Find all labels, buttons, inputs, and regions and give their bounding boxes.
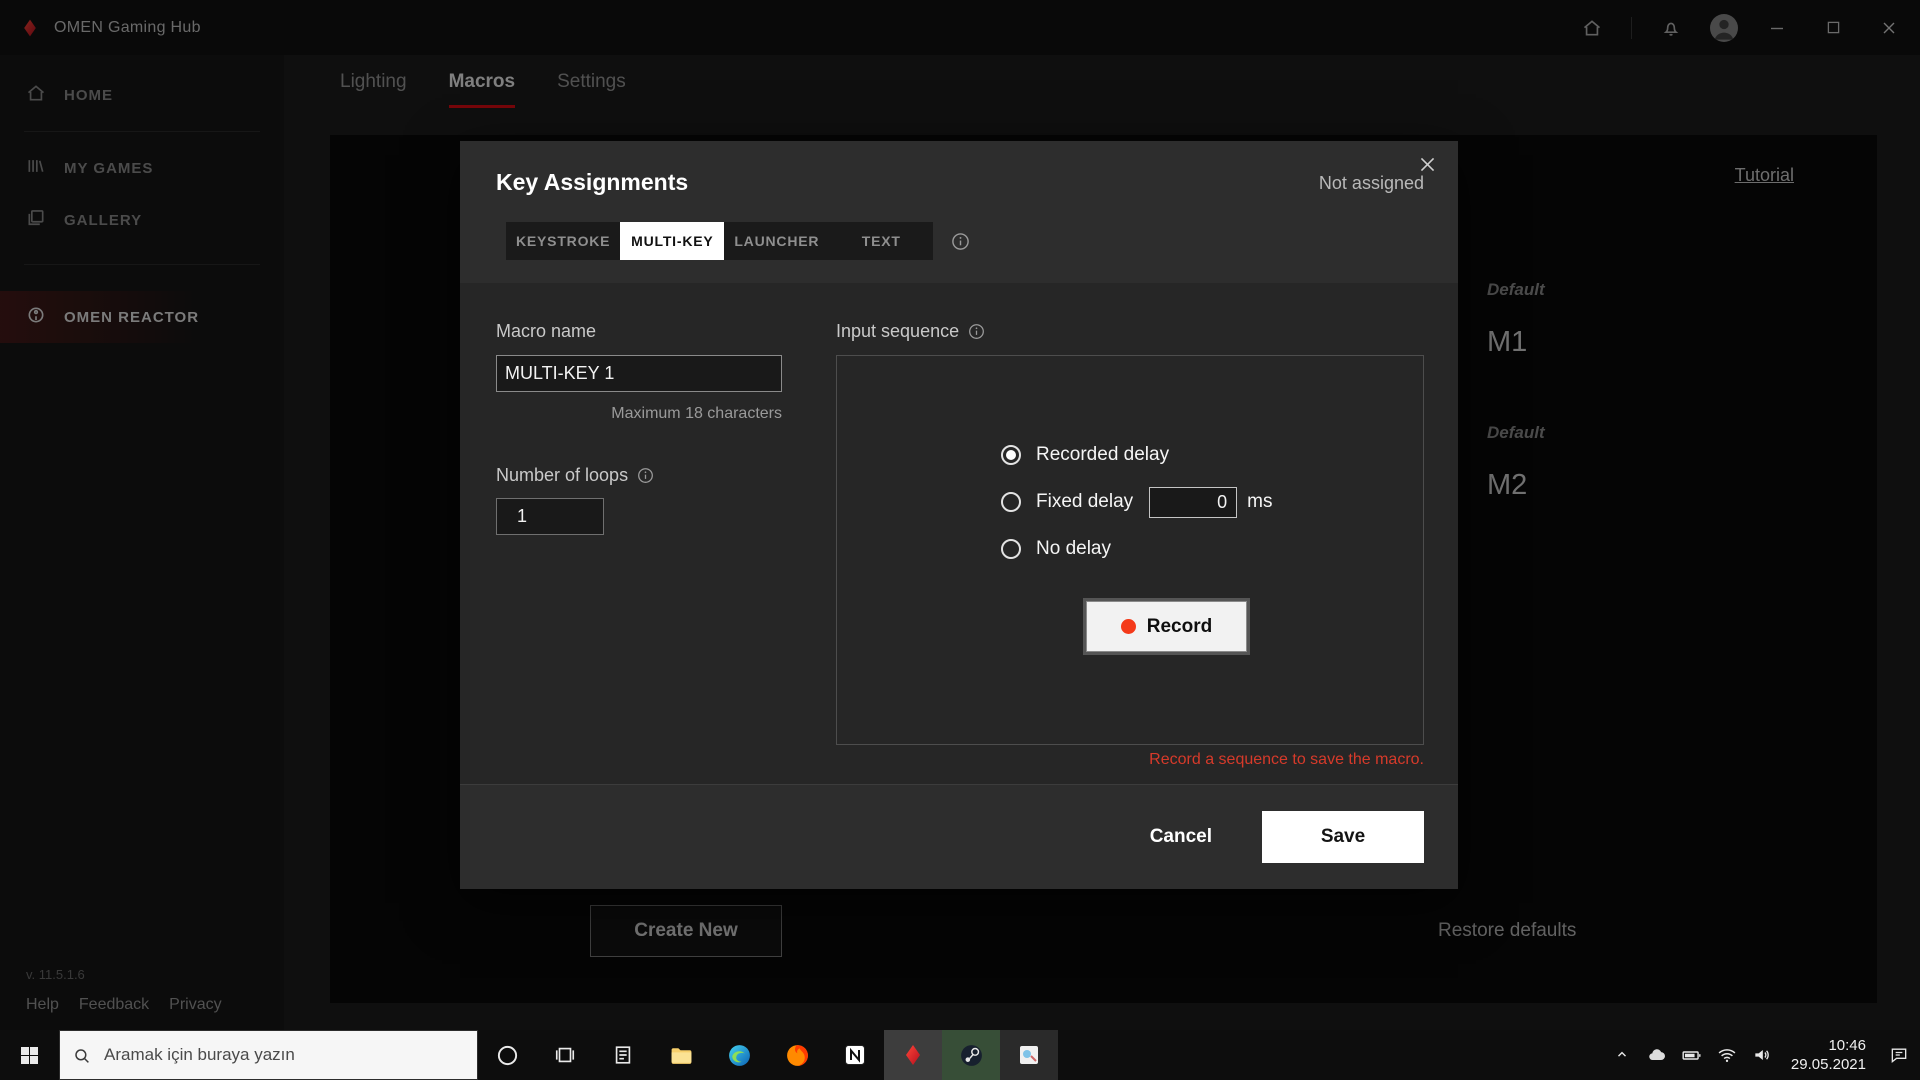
dialog-title: Key Assignments — [496, 169, 689, 195]
steam-icon[interactable] — [942, 1030, 1000, 1080]
fixed-delay-option[interactable]: Fixed delay ms — [1001, 483, 1273, 521]
dialog-body: Macro name Maximum 18 characters Number … — [460, 283, 1458, 784]
taskbar-search — [59, 1030, 478, 1080]
tab-multi-key[interactable]: MULTI-KEY — [620, 222, 725, 260]
fixed-delay-input[interactable] — [1149, 486, 1238, 518]
delay-option-label: Recorded delay — [1036, 444, 1170, 465]
clock-date: 29.05.2021 — [1790, 1056, 1866, 1073]
record-button[interactable]: Record — [1086, 601, 1247, 652]
loops-label: Number of loops — [496, 465, 654, 486]
battery-icon[interactable] — [1681, 1045, 1703, 1066]
delay-option-label: No delay — [1036, 538, 1111, 559]
clock[interactable]: 10:46 29.05.2021 — [1781, 1036, 1878, 1075]
screen: OMEN Gaming Hub HOME MY GAMES GALLERY OM… — [0, 0, 1920, 1080]
paint-icon[interactable] — [1000, 1030, 1058, 1080]
dialog-footer: Cancel Save — [460, 784, 1458, 889]
radio-fixed-delay[interactable] — [1001, 492, 1021, 512]
search-icon — [75, 1049, 89, 1063]
start-button[interactable] — [0, 1030, 59, 1080]
key-assignments-dialog: Key Assignments Not assigned KEYSTROKE M… — [460, 141, 1458, 889]
record-dot-icon — [1120, 619, 1136, 634]
cortana-icon[interactable] — [478, 1030, 536, 1080]
onedrive-cloud-icon[interactable] — [1646, 1045, 1668, 1065]
tab-launcher[interactable]: LAUNCHER — [724, 222, 829, 260]
document-icon[interactable] — [594, 1030, 652, 1080]
close-icon[interactable] — [1412, 149, 1442, 179]
dialog-header: Key Assignments Not assigned KEYSTROKE M… — [460, 141, 1458, 283]
omen-icon[interactable] — [884, 1030, 942, 1080]
file-explorer-icon[interactable] — [652, 1030, 710, 1080]
macro-name-label: Macro name — [496, 321, 597, 341]
loops-input[interactable] — [496, 498, 604, 535]
omen-app-window: OMEN Gaming Hub HOME MY GAMES GALLERY OM… — [0, 0, 1920, 1030]
cancel-button[interactable]: Cancel — [1134, 816, 1228, 858]
info-icon[interactable] — [951, 232, 970, 251]
network-icon[interactable] — [1716, 1045, 1738, 1065]
clock-time: 10:46 — [1828, 1036, 1866, 1054]
tab-text[interactable]: TEXT — [829, 222, 933, 260]
delay-option-label: Fixed delay — [1036, 491, 1134, 512]
dialog-tabs-row: KEYSTROKE MULTI-KEY LAUNCHER TEXT — [506, 222, 970, 260]
input-sequence-label: Input sequence — [836, 321, 985, 342]
tab-keystroke[interactable]: KEYSTROKE — [506, 222, 620, 260]
input-sequence-label-text: Input sequence — [836, 321, 960, 341]
input-sequence-box: Recorded delay Fixed delay ms No delay — [836, 355, 1424, 745]
sequence-error-message: Record a sequence to save the macro. — [1149, 751, 1424, 768]
firefox-icon[interactable] — [768, 1030, 826, 1080]
radio-recorded-delay[interactable] — [1001, 445, 1021, 465]
dialog-tabs: KEYSTROKE MULTI-KEY LAUNCHER TEXT — [506, 222, 934, 260]
task-view-icon[interactable] — [536, 1030, 594, 1080]
macro-name-input[interactable] — [496, 355, 782, 392]
macro-name-helper: Maximum 18 characters — [611, 405, 782, 422]
record-button-label: Record — [1146, 615, 1213, 637]
notion-icon[interactable] — [826, 1030, 884, 1080]
save-button[interactable]: Save — [1262, 811, 1424, 863]
radio-no-delay[interactable] — [1001, 539, 1021, 559]
action-center-icon[interactable] — [1878, 1030, 1920, 1080]
windows-taskbar: 10:46 29.05.2021 — [0, 1030, 1920, 1080]
system-tray — [1603, 1045, 1781, 1066]
no-delay-option[interactable]: No delay — [1001, 530, 1111, 568]
loops-label-text: Number of loops — [496, 465, 629, 485]
chevron-up-icon[interactable] — [1611, 1048, 1633, 1062]
edge-icon[interactable] — [710, 1030, 768, 1080]
assignment-status: Not assigned — [1318, 173, 1424, 193]
recorded-delay-option[interactable]: Recorded delay — [1001, 436, 1169, 474]
volume-icon[interactable] — [1751, 1045, 1773, 1065]
ms-unit-label: ms — [1247, 491, 1273, 512]
search-input[interactable] — [60, 1031, 477, 1079]
info-icon[interactable] — [637, 467, 654, 484]
info-icon[interactable] — [968, 323, 985, 340]
